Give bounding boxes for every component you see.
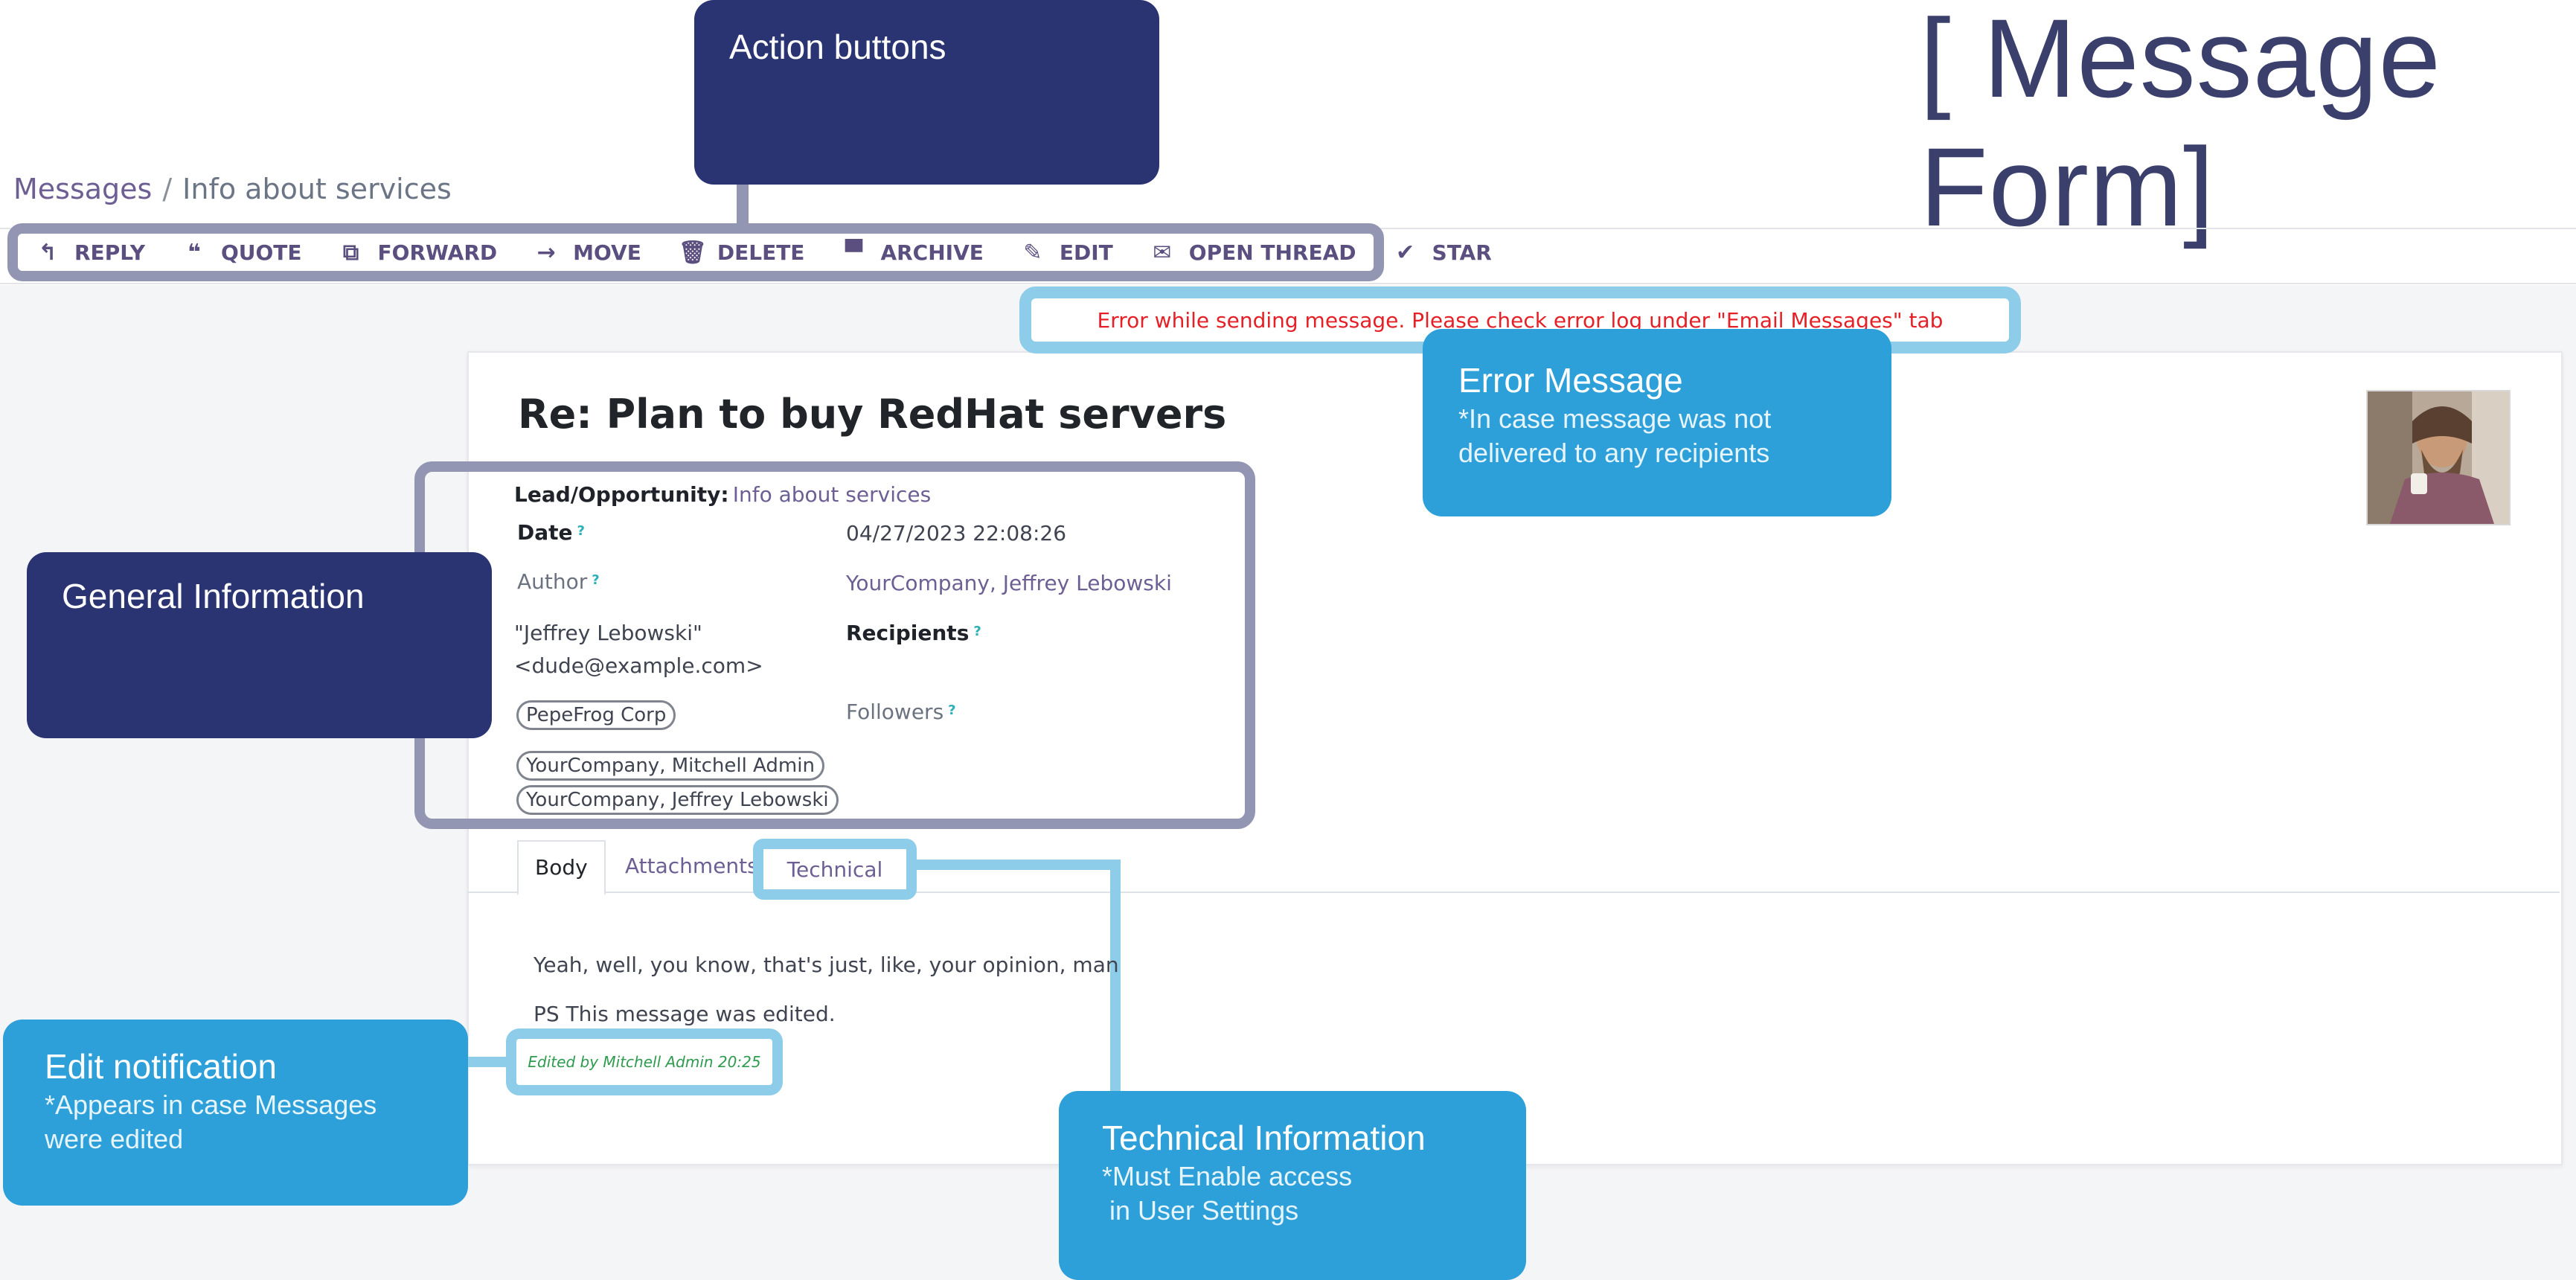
delete-button[interactable]: 🗑 DELETE — [679, 240, 805, 266]
quote-button-label: QUOTE — [220, 240, 302, 265]
reply-button[interactable]: ↰ REPLY — [36, 240, 145, 266]
delete-button-label: DELETE — [717, 240, 805, 265]
follower-tags: YourCompany, Jeffrey Lebowski — [516, 785, 839, 815]
date-label: Date — [517, 520, 573, 545]
star-button-label: STAR — [1432, 240, 1492, 265]
help-icon[interactable]: ? — [592, 572, 599, 588]
tab-technical[interactable]: Technical — [753, 839, 917, 900]
action-toolbar: ↰ REPLY ❝ QUOTE ⧉ FORWARD → MOVE 🗑 DELETE ▀ AR… — [7, 223, 1492, 281]
divider — [0, 283, 2576, 284]
recipients-label: Recipients — [846, 621, 970, 645]
follower-tag[interactable]: YourCompany, Mitchell Admin — [516, 751, 824, 781]
error-message-callout: Error Message *In case message was not d… — [1423, 329, 1891, 516]
author-avatar — [2366, 390, 2511, 525]
callout-title: General Information — [62, 577, 365, 615]
recipient-tag[interactable]: PepeFrog Corp — [516, 700, 676, 730]
quote-button[interactable]: ❝ QUOTE — [182, 239, 302, 266]
reply-icon: ↰ — [38, 239, 57, 266]
callout-title: Edit notification — [45, 1047, 277, 1086]
follower-tag[interactable]: YourCompany, Jeffrey Lebowski — [516, 785, 839, 815]
forward-button-label: FORWARD — [377, 240, 498, 265]
arrow-right-icon: → — [536, 239, 556, 266]
breadcrumb-messages-link[interactable]: Messages — [13, 173, 152, 205]
move-button[interactable]: → MOVE — [534, 240, 641, 266]
message-subject: Re: Plan to buy RedHat servers — [518, 391, 1227, 438]
open-thread-button[interactable]: ✉ OPEN THREAD — [1150, 240, 1356, 266]
callout-note: in User Settings — [1102, 1195, 1299, 1226]
date-value: 04/27/2023 22:08:26 — [846, 521, 1067, 545]
author-label: Author — [517, 569, 588, 594]
page-heading: [ Message Form] — [1920, 0, 2441, 249]
lead-label: Lead/Opportunity: — [514, 482, 729, 507]
technical-connector — [909, 860, 1121, 870]
followers-label: Followers — [846, 700, 944, 724]
avatar-image — [2368, 391, 2509, 524]
body-line-2: PS This message was edited. — [534, 1002, 836, 1026]
author-value[interactable]: YourCompany, Jeffrey Lebowski — [846, 571, 1172, 595]
edit-button[interactable]: ✎ EDIT — [1021, 239, 1113, 266]
star-button[interactable]: ✔ STAR — [1394, 240, 1492, 266]
move-button-label: MOVE — [573, 240, 641, 265]
edited-notice-text: Edited by Mitchell Admin 20:25 — [528, 1053, 761, 1071]
action-buttons-connector — [737, 185, 749, 226]
help-icon[interactable]: ? — [577, 523, 585, 539]
action-buttons-callout: Action buttons — [694, 0, 1159, 185]
from-line-1: "Jeffrey Lebowski" — [514, 621, 702, 645]
envelope-icon: ✉ — [1153, 239, 1172, 266]
forward-button[interactable]: ⧉ FORWARD — [339, 239, 498, 266]
recipients-label-wrap: Recipients? — [846, 621, 981, 645]
technical-info-callout: Technical Information *Must Enable acces… — [1059, 1091, 1526, 1280]
archive-button[interactable]: ▀ ARCHIVE — [842, 239, 984, 266]
callout-title: Action buttons — [729, 28, 946, 66]
breadcrumb-separator: / — [162, 173, 173, 205]
edit-connector — [467, 1057, 509, 1067]
tab-body[interactable]: Body — [517, 840, 606, 895]
help-icon[interactable]: ? — [948, 703, 955, 718]
callout-note: were edited — [45, 1124, 184, 1154]
recipient-tags: PepeFrog Corp — [516, 700, 676, 730]
lead-field: Lead/Opportunity: Info about services — [514, 482, 931, 507]
callout-note: *Appears in case Messages — [45, 1089, 377, 1120]
help-icon[interactable]: ? — [973, 624, 981, 639]
check-icon: ✔ — [1395, 239, 1415, 266]
lead-link[interactable]: Info about services — [733, 482, 931, 507]
edit-notification-callout: Edit notification *Appears in case Messa… — [3, 1020, 468, 1206]
breadcrumb: Messages / Info about services — [13, 173, 452, 205]
forward-icon: ⧉ — [342, 239, 359, 266]
edited-notice: Edited by Mitchell Admin 20:25 — [506, 1028, 783, 1095]
edit-button-label: EDIT — [1059, 240, 1113, 265]
followers-label-wrap: Followers? — [846, 700, 956, 724]
tab-technical-label: Technical — [786, 857, 883, 882]
archive-icon: ▀ — [845, 239, 862, 266]
callout-title: Technical Information — [1102, 1119, 1426, 1157]
callout-note: *Must Enable access — [1102, 1161, 1353, 1191]
reply-button-label: REPLY — [74, 240, 145, 265]
callout-note: delivered to any recipients — [1458, 438, 1770, 468]
body-line-1: Yeah, well, you know, that's just, like,… — [534, 953, 1119, 977]
date-label-wrap: Date? — [517, 520, 585, 545]
edit-icon: ✎ — [1023, 239, 1042, 266]
author-label-wrap: Author? — [517, 569, 600, 594]
trash-icon: 🗑 — [678, 239, 707, 266]
from-line-2: <dude@example.com> — [514, 653, 763, 678]
open-thread-button-label: OPEN THREAD — [1188, 240, 1356, 265]
follower-tags: YourCompany, Mitchell Admin — [516, 751, 824, 781]
archive-button-label: ARCHIVE — [880, 240, 984, 265]
breadcrumb-current: Info about services — [182, 173, 452, 205]
callout-note: *In case message was not — [1458, 403, 1772, 434]
tab-attachments[interactable]: Attachments — [609, 840, 775, 892]
callout-title: Error Message — [1458, 361, 1683, 400]
quote-icon: ❝ — [188, 239, 201, 266]
general-info-callout: General Information — [27, 552, 492, 738]
